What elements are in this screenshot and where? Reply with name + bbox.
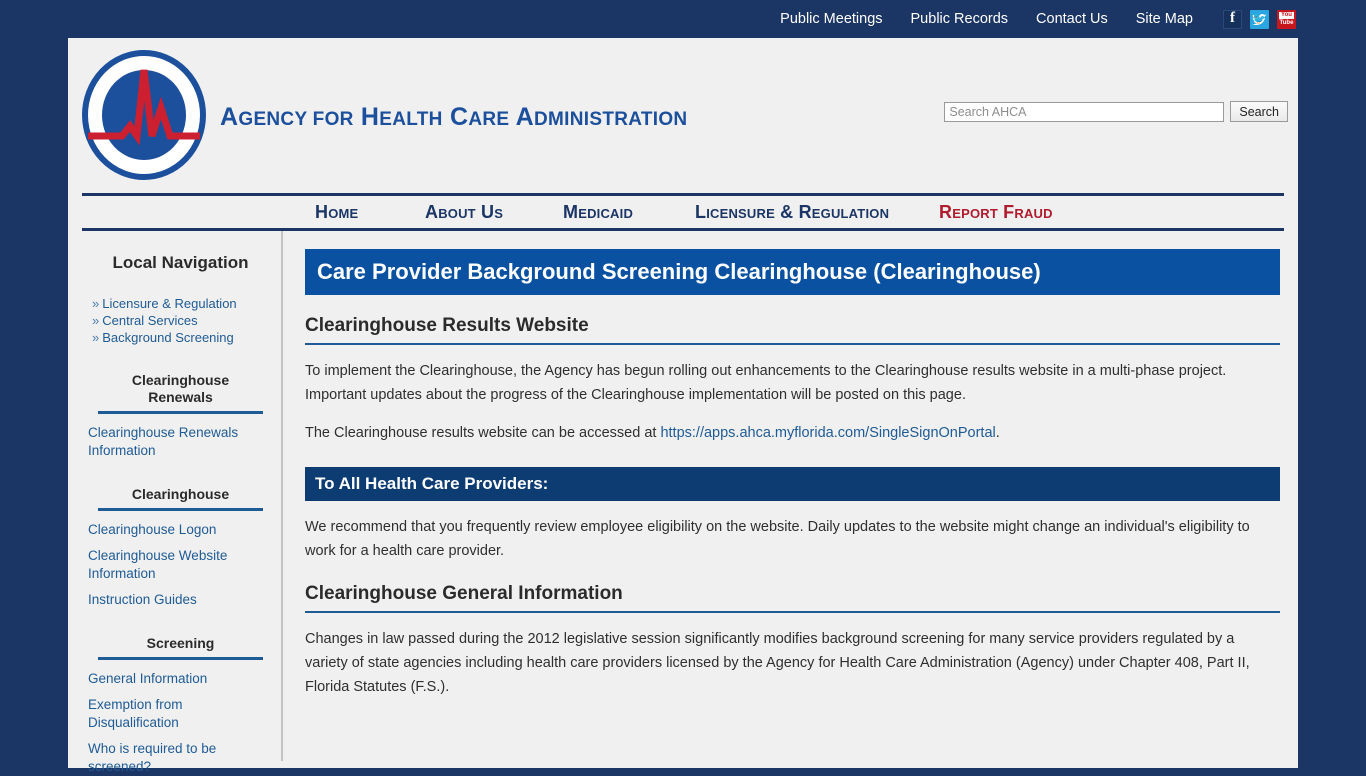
nav-item-medicaid[interactable]: Medicaid <box>563 202 633 223</box>
paragraph-website-access: The Clearinghouse results website can be… <box>305 421 1280 445</box>
sidebar-section-heading: Clearinghouse <box>131 486 230 502</box>
sidebar-title: Local Navigation <box>112 253 249 272</box>
topbar-link-public-records[interactable]: Public Records <box>911 11 1009 27</box>
search-input[interactable] <box>944 101 1225 122</box>
page-title: Care Provider Background Screening Clear… <box>305 249 1280 295</box>
sidebar-section-clearinghouse-renewals: Clearinghouse Renewals Clearinghouse Ren… <box>88 372 273 460</box>
section-divider <box>98 657 263 660</box>
sidebar-link-clearinghouse-renewals-information[interactable]: Clearinghouse Renewals Information <box>88 424 273 460</box>
nav-item-home[interactable]: Home <box>315 202 358 223</box>
paragraph-eligibility-review: We recommend that you frequently review … <box>305 519 1250 559</box>
ahca-logo-icon[interactable] <box>82 50 206 180</box>
sidebar-link-clearinghouse-website-information[interactable]: Clearinghouse Website Information <box>88 547 273 583</box>
sidebar-section-heading: Screening <box>146 635 215 651</box>
section-heading-clearinghouse-results-website: Clearinghouse Results Website <box>305 315 1280 345</box>
social-links: You Tube <box>1223 9 1296 29</box>
sidebar-section-clearinghouse: Clearinghouse Clearinghouse Logon Cleari… <box>88 486 273 609</box>
sidebar-link-clearinghouse-logon[interactable]: Clearinghouse Logon <box>88 521 273 539</box>
page-body: Local Navigation » Licensure & Regulation… <box>68 231 1298 774</box>
youtube-you-text: You <box>1279 11 1294 19</box>
page-container: AGENCY FOR HEALTH CARE ADMINISTRATION Se… <box>68 38 1298 774</box>
sidebar-link-instruction-guides[interactable]: Instruction Guides <box>88 591 273 609</box>
topbar-link-public-meetings[interactable]: Public Meetings <box>780 11 882 27</box>
site-header: AGENCY FOR HEALTH CARE ADMINISTRATION Se… <box>68 38 1298 193</box>
nav-item-report-fraud[interactable]: Report Fraud <box>939 202 1053 223</box>
sidebar-section-screening: Screening General Information Exemption … <box>88 635 273 776</box>
chevron-right-icon: » <box>92 330 100 345</box>
twitter-bird-glyph <box>1252 13 1267 25</box>
paragraph-law-changes: Changes in law passed during the 2012 le… <box>305 631 1250 695</box>
nav-item-about-us[interactable]: About Us <box>425 202 503 223</box>
nav-item-licensure-regulation[interactable]: Licensure & Regulation <box>695 202 889 223</box>
top-utility-bar: Public Meetings Public Records Contact U… <box>0 0 1366 38</box>
main-content: Care Provider Background Screening Clear… <box>283 231 1298 761</box>
twitter-icon[interactable] <box>1250 9 1269 29</box>
sidebar-breadcrumb-background-screening[interactable]: » Background Screening <box>88 329 273 346</box>
sidebar-section-heading: Clearinghouse Renewals <box>131 372 230 405</box>
facebook-icon[interactable] <box>1223 9 1242 29</box>
sidebar-breadcrumb-label: Licensure & Regulation <box>102 296 237 311</box>
sidebar-breadcrumb-central-services[interactable]: » Central Services <box>88 312 273 329</box>
site-title: AGENCY FOR HEALTH CARE ADMINISTRATION <box>220 103 688 131</box>
clearinghouse-portal-link[interactable]: https://apps.ahca.myflorida.com/SingleSi… <box>660 425 995 441</box>
paragraph-prefix: The Clearinghouse results website can be… <box>305 425 661 441</box>
banner-to-all-health-care-providers: To All Health Care Providers: <box>305 467 1280 501</box>
chevron-right-icon: » <box>92 313 100 328</box>
sidebar-breadcrumb-label: Central Services <box>102 313 198 328</box>
section-divider <box>98 411 263 414</box>
sidebar-breadcrumb-licensure-regulation[interactable]: » Licensure & Regulation <box>88 295 273 312</box>
section-heading-clearinghouse-general-information: Clearinghouse General Information <box>305 583 1280 613</box>
chevron-right-icon: » <box>92 296 100 311</box>
search-area: Search <box>944 101 1288 122</box>
topbar-link-site-map[interactable]: Site Map <box>1136 11 1193 27</box>
main-navigation: Home About Us Medicaid Licensure & Regul… <box>82 193 1284 231</box>
section-divider <box>98 508 263 511</box>
sidebar-link-general-information[interactable]: General Information <box>88 670 273 688</box>
paragraph-implementation: To implement the Clearinghouse, the Agen… <box>305 363 1227 403</box>
sidebar: Local Navigation » Licensure & Regulation… <box>68 231 283 774</box>
sidebar-link-who-is-required-to-be-screened[interactable]: Who is required to be screened? <box>88 740 273 776</box>
search-button[interactable]: Search <box>1230 101 1288 122</box>
sidebar-link-exemption-from-disqualification[interactable]: Exemption from Disqualification <box>88 696 273 732</box>
paragraph-suffix: . <box>995 425 1000 441</box>
sidebar-breadcrumb-label: Background Screening <box>102 330 234 345</box>
youtube-tube-text: Tube <box>1279 19 1294 26</box>
topbar-link-contact-us[interactable]: Contact Us <box>1036 11 1108 27</box>
youtube-icon[interactable]: You Tube <box>1277 9 1296 29</box>
